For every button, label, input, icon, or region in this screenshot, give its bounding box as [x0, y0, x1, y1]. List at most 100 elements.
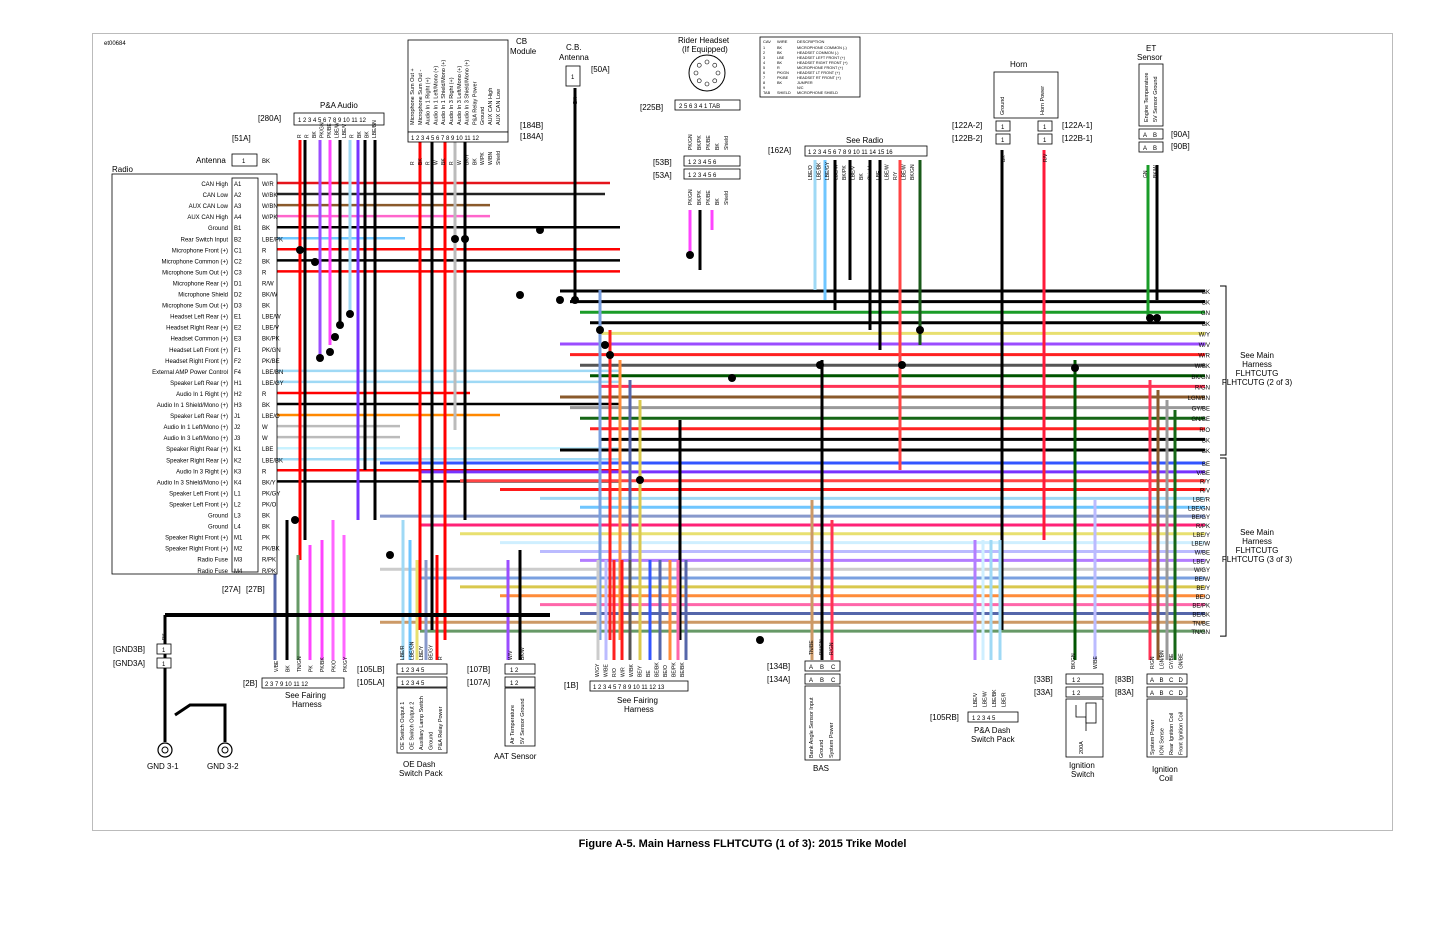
radio-pin-name: Headset Right Rear (+)	[166, 326, 228, 332]
pinout-cell: 4	[763, 61, 765, 65]
fairing-mid-connector: [1B]	[564, 681, 578, 690]
harness-label: Harness	[1242, 537, 1272, 546]
oe-function: Auxiliary Lamp Switch	[419, 696, 425, 750]
cb-wire-label: BK	[472, 158, 478, 165]
fairing-left-wire-label: PK/BK	[320, 657, 326, 672]
headset-title: Rider Headset	[678, 36, 730, 45]
see-radio-wire-label: BK	[859, 173, 865, 180]
radio-pin-name: Microphone Front (+)	[172, 248, 228, 254]
pinout-header: CAV	[763, 39, 771, 44]
antenna-wire-label: BK	[262, 159, 270, 165]
headset-wire-label: BK/PK	[697, 135, 703, 150]
cb-wire-label: R	[426, 161, 432, 165]
radio-pin-name: Speaker Left Rear (+)	[170, 381, 228, 387]
splice-dot	[516, 291, 524, 299]
radio-title: Radio	[112, 165, 133, 174]
splice-dot	[346, 310, 354, 318]
pinout-cell: PK/GN	[777, 71, 789, 75]
radio-pin-name: Audio In 1 Left/Mono (+)	[163, 425, 228, 431]
pinout-cell: 1	[763, 46, 765, 50]
pinout-cell: HEADSET COMMON (-)	[797, 51, 839, 55]
radio-pin-name: External AMP Power Control	[152, 370, 228, 376]
harness-wire-label: BE/BK	[1192, 612, 1210, 618]
cb-antenna-wire: BK	[573, 97, 579, 104]
splice-dot	[451, 235, 459, 243]
splice-dot	[461, 235, 469, 243]
radio-pin-id: M3	[234, 558, 243, 564]
radio-connector-27a: [27A]	[222, 585, 241, 594]
pa-audio-wire-label: BK	[312, 131, 318, 138]
ign-coil-pin: B	[1160, 678, 1164, 684]
radio-pin-wire: LBE/O	[262, 414, 280, 420]
cb-pins: 1 2 3 4 5 6 7 8 9 10 11 12	[411, 136, 480, 142]
cb-function: Audio In 1 Left/Mono (+)	[433, 66, 439, 125]
fairing-mid-wire-label: BE/PK	[672, 662, 678, 677]
splice-dot	[536, 226, 544, 234]
headset-connector-53b: [53B]	[653, 158, 672, 167]
et-function: 5V Sensor Ground	[1153, 76, 1159, 122]
headset-wire-label: PK/BE	[706, 135, 712, 150]
radio-pin-name: Speaker Right Rear (+)	[166, 447, 228, 453]
ign-coil-pin: B	[1160, 691, 1164, 697]
radio-pin-wire: R/PK	[262, 569, 276, 575]
cb-function: Audio In 3 Left/Mono (+)	[457, 66, 463, 125]
splice-dot	[1153, 314, 1161, 322]
radio-pin-id: A3	[234, 204, 242, 210]
radio-pin-wire: W/PK	[262, 215, 277, 221]
cb-wire-label: W	[433, 160, 439, 165]
pinout-cell: HEADSET RIGHT FRONT (+)	[797, 61, 848, 65]
pinout-cell: 7	[763, 76, 765, 80]
harness-wire-label: W/BK	[1195, 364, 1210, 370]
fairing-left-wire-label: BK	[286, 665, 292, 672]
see-radio-pins: 1 2 3 4 5 6 7 8 9 10 11 14 15 16	[808, 150, 893, 156]
pinout-cell: BK	[777, 81, 783, 85]
splice-dot	[386, 551, 394, 559]
splice-dot	[556, 296, 564, 304]
pinout-cell: 5	[763, 66, 765, 70]
radio-pin-name: Audio In 1 Shield/Mono (+)	[157, 403, 228, 409]
oe-title: OE Dash	[403, 760, 435, 769]
horn-connector: [122A-1]	[1062, 121, 1092, 130]
radio-pin-name: Speaker Right Rear (+)	[166, 458, 228, 464]
fairing-mid-wire-label: BE	[646, 670, 652, 677]
see-radio-wire-label: LBE/GY	[825, 161, 831, 180]
harness-wire-label: BE	[1202, 462, 1210, 468]
see-radio-wire-label: BK/PK	[842, 165, 848, 180]
radio-pin-wire: PK/O	[262, 502, 277, 508]
radio-pin-name: Headset Left Front (+)	[169, 348, 228, 354]
see-radio-wire-label: BK/GN	[910, 164, 916, 180]
cb-function: Microphone Sum Out -	[418, 70, 424, 125]
cb-wire-label: R	[449, 161, 455, 165]
ign-switch-wire-label: BK/GN	[1071, 653, 1077, 669]
bas-function: Bank Angle Sensor Input	[809, 697, 815, 758]
fairing-mid-wire-label: R/O	[612, 668, 618, 677]
bas-function: Ground	[819, 740, 825, 758]
harness-wire-label: BK	[1202, 290, 1210, 296]
radio-pin-id: E1	[234, 315, 242, 321]
pa-audio-wire-label: PK/BE	[327, 123, 333, 138]
radio-pin-name: Microphone Rear (+)	[173, 281, 228, 287]
bas-pin: C	[831, 665, 836, 671]
radio-pin-name: Microphone Common (+)	[161, 259, 228, 265]
pa-audio-wire-label: BK	[365, 131, 371, 138]
et-pin: B	[1153, 133, 1157, 139]
radio-pin-id: K1	[234, 447, 242, 453]
gnd-connector: [GND3B]	[113, 645, 145, 654]
harness-wire-label: TN/GN	[1191, 630, 1210, 636]
headset-title-2: (If Equipped)	[682, 45, 728, 54]
radio-pin-id: J3	[234, 436, 241, 442]
harness-bracket	[1220, 457, 1227, 637]
radio-pin-name: Speaker Right Front (+)	[165, 547, 228, 553]
cb-function: Ground	[480, 107, 486, 125]
radio-pin-name: Ground	[208, 525, 228, 531]
fairing-left-wire-label: TN/GN	[297, 656, 303, 672]
headset-wire-label-lower: BK	[715, 198, 721, 205]
aat-pins: 1 2	[510, 681, 519, 687]
headset-pin	[704, 81, 710, 87]
headset-pin	[712, 78, 718, 84]
radio-pin-id: L3	[234, 514, 241, 520]
et-pin: A	[1143, 133, 1147, 139]
ign-coil-pin: A	[1150, 691, 1154, 697]
radio-pin-id: H3	[234, 403, 242, 409]
radio-pin-wire: PK	[262, 536, 270, 542]
